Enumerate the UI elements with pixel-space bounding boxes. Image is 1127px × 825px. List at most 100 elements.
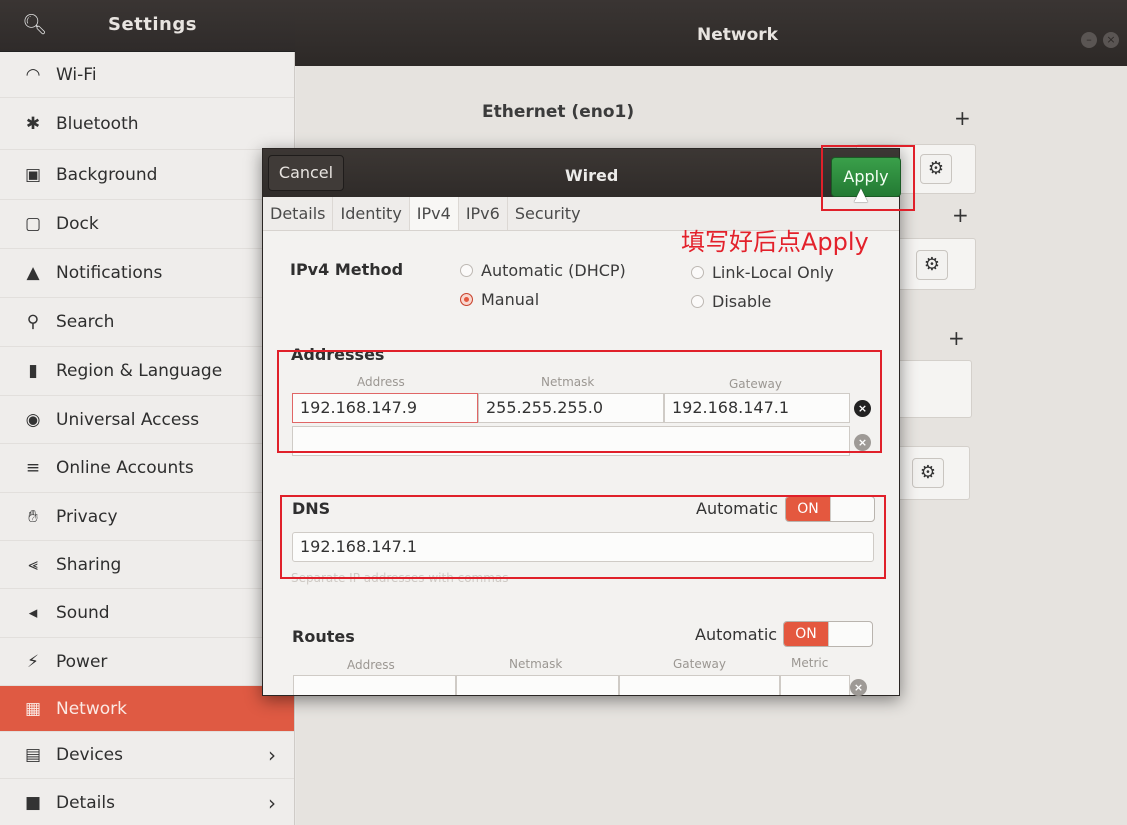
info-icon: ■: [24, 792, 42, 813]
network-icon: ▦: [24, 698, 42, 719]
add-vpn-icon[interactable]: +: [952, 203, 969, 227]
sidebar-item-label: Details: [56, 792, 115, 813]
sidebar-item-search[interactable]: ⚲ Search: [0, 298, 294, 347]
dialog-title: Wired: [565, 166, 619, 185]
dialog-header: Cancel Wired: [263, 149, 899, 197]
radio-label: Manual: [481, 290, 540, 309]
display-icon: ▣: [24, 164, 42, 185]
route-netmask-input[interactable]: [456, 675, 619, 695]
radio-manual[interactable]: Manual: [460, 290, 539, 309]
sidebar-item-universal-access[interactable]: ◉ Universal Access: [0, 396, 294, 444]
search-icon[interactable]: 🔍︎: [22, 12, 47, 36]
sidebar-item-label: Search: [56, 312, 115, 332]
col-metric: Metric: [791, 656, 829, 670]
col-netmask: Netmask: [509, 657, 563, 671]
sidebar-item-label: Notifications: [56, 263, 163, 283]
tab-details[interactable]: Details: [263, 197, 334, 230]
delete-route-icon[interactable]: ×: [850, 679, 867, 696]
radio-dhcp[interactable]: Automatic (DHCP): [460, 261, 626, 280]
col-address: Address: [347, 658, 395, 672]
radio-label: Disable: [712, 292, 772, 311]
sidebar-item-wifi[interactable]: ◠ Wi-Fi: [0, 52, 294, 98]
sidebar-item-power[interactable]: ⚡︎ Power: [0, 638, 294, 686]
tab-identity[interactable]: Identity: [333, 197, 410, 230]
col-gateway: Gateway: [673, 657, 727, 671]
route-gateway-input[interactable]: [619, 675, 780, 695]
sidebar-item-label: Network: [56, 698, 127, 719]
tab-ipv6[interactable]: IPv6: [459, 197, 508, 230]
online-accounts-icon: ≡: [25, 458, 41, 478]
gear-icon[interactable]: ⚙︎: [916, 250, 948, 280]
sidebar-item-privacy[interactable]: ✋︎ Privacy: [0, 493, 294, 541]
sidebar-item-network[interactable]: ▦ Network: [0, 686, 294, 732]
sidebar-item-label: Online Accounts: [56, 458, 194, 478]
speaker-icon: ◂: [28, 603, 38, 623]
bell-icon: ▲: [26, 263, 40, 283]
sidebar-item-label: Dock: [56, 214, 99, 234]
sidebar-item-dock[interactable]: ▢ Dock: [0, 200, 294, 249]
sidebar-item-label: Sound: [56, 603, 110, 623]
toggle-knob: [828, 622, 872, 646]
add-ethernet-icon[interactable]: +: [954, 106, 971, 130]
route-metric-input[interactable]: [780, 675, 850, 695]
radio-button-selected[interactable]: [460, 293, 473, 306]
sidebar-item-online-accounts[interactable]: ≡ Online Accounts: [0, 444, 294, 493]
sidebar: ◠ Wi-Fi ✱ Bluetooth ▣ Background ▢ Dock …: [0, 52, 295, 825]
gear-icon[interactable]: ⚙︎: [920, 154, 952, 184]
sidebar-item-bluetooth[interactable]: ✱ Bluetooth: [0, 98, 294, 150]
sidebar-item-label: Privacy: [56, 506, 118, 527]
window-buttons: – ×: [1081, 32, 1119, 48]
share-icon: ⪡: [28, 554, 38, 575]
gear-icon[interactable]: ⚙︎: [912, 458, 944, 488]
proxy-row: [896, 360, 972, 418]
dock-icon: ▢: [24, 214, 42, 234]
annotation-addresses-box: [277, 350, 882, 453]
radio-link-local[interactable]: Link-Local Only: [691, 263, 834, 282]
toggle-on-label: ON: [784, 622, 828, 646]
chevron-right-icon: ›: [268, 743, 276, 767]
annotation-apply-box: [821, 145, 915, 211]
tab-security[interactable]: Security: [508, 197, 588, 230]
network-title: Network: [697, 25, 778, 45]
devices-icon: ▤: [24, 745, 42, 765]
main-header: Network – ×: [295, 0, 1127, 66]
radio-disable[interactable]: Disable: [691, 292, 771, 311]
sidebar-item-sharing[interactable]: ⪡ Sharing: [0, 541, 294, 589]
sidebar-item-background[interactable]: ▣ Background: [0, 150, 294, 200]
radio-label: Link-Local Only: [712, 263, 834, 282]
sidebar-item-label: Background: [56, 164, 158, 185]
minimize-icon[interactable]: –: [1081, 32, 1097, 48]
sidebar-item-label: Devices: [56, 745, 123, 765]
annotation-dns-box: [280, 495, 886, 579]
radio-button[interactable]: [691, 266, 704, 279]
radio-button[interactable]: [460, 264, 473, 277]
sidebar-header: 🔍︎ Settings: [0, 0, 295, 52]
sidebar-item-details[interactable]: ■ Details ›: [0, 779, 294, 825]
radio-button[interactable]: [691, 295, 704, 308]
close-icon[interactable]: ×: [1103, 32, 1119, 48]
sidebar-item-label: Universal Access: [56, 409, 200, 430]
ethernet-title: Ethernet (eno1): [482, 102, 635, 122]
annotation-text: 填写好后点Apply: [681, 228, 869, 256]
route-address-input[interactable]: [293, 675, 456, 695]
sidebar-item-label: Region & Language: [56, 361, 223, 381]
wifi-icon: ◠: [25, 64, 41, 85]
hand-icon: ✋︎: [28, 506, 38, 527]
routes-label: Routes: [292, 627, 355, 646]
tab-ipv4[interactable]: IPv4: [409, 197, 459, 230]
bluetooth-icon: ✱: [25, 113, 41, 134]
sidebar-item-notifications[interactable]: ▲ Notifications: [0, 249, 294, 298]
sidebar-item-sound[interactable]: ◂ Sound: [0, 589, 294, 638]
routes-automatic-toggle[interactable]: ON: [783, 621, 873, 647]
sidebar-item-label: Wi-Fi: [56, 64, 97, 85]
sidebar-item-region[interactable]: ▮ Region & Language: [0, 347, 294, 396]
cancel-button[interactable]: Cancel: [268, 155, 344, 191]
chevron-right-icon: ›: [268, 790, 276, 815]
settings-title: Settings: [108, 14, 197, 35]
accessibility-icon: ◉: [25, 409, 41, 430]
sidebar-item-label: Power: [56, 651, 108, 672]
sidebar-item-devices[interactable]: ▤ Devices ›: [0, 732, 294, 779]
power-icon: ⚡︎: [27, 651, 39, 672]
add-proxy-icon[interactable]: +: [948, 326, 965, 350]
sidebar-item-label: Sharing: [56, 554, 122, 575]
